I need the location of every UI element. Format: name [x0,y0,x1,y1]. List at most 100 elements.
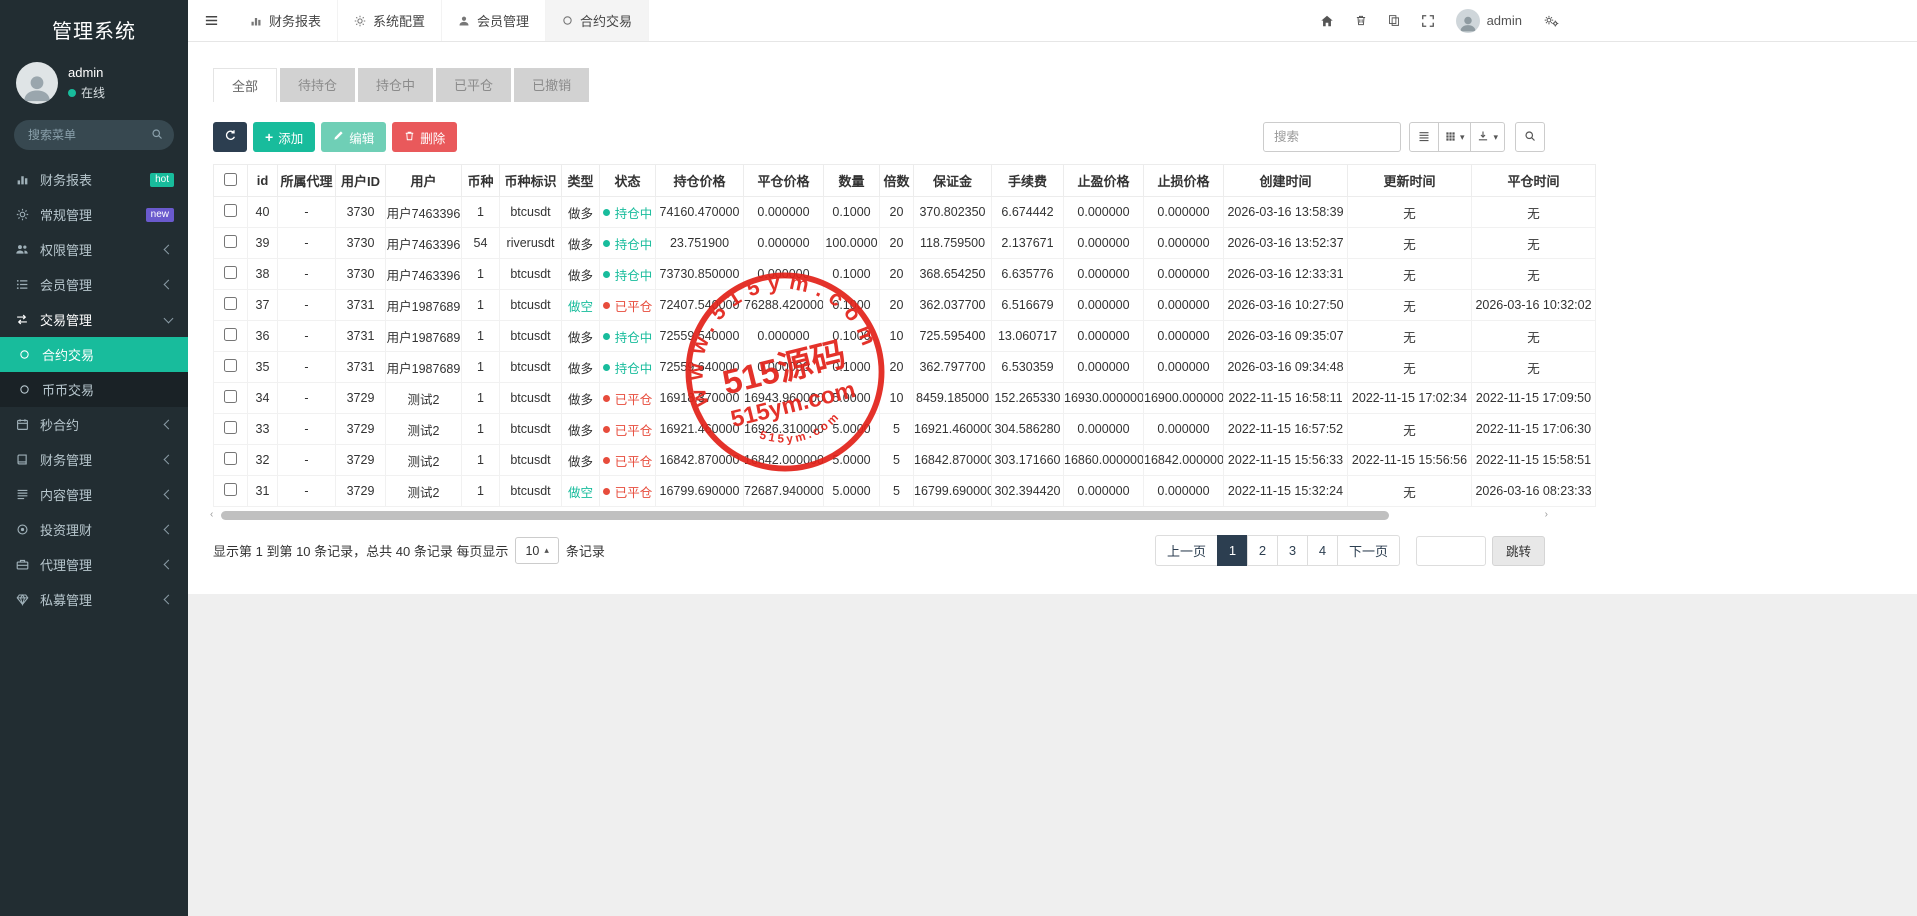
filter-tab-cancelled[interactable]: 已撤销 [514,68,589,102]
sidebar-item-general[interactable]: 常规管理 new [0,197,188,232]
row-checkbox[interactable] [224,328,237,341]
per-page-select[interactable]: 10 ▴ [515,537,558,564]
row-checkbox[interactable] [224,421,237,434]
column-header[interactable]: 币种 [462,165,500,197]
column-header[interactable]: 类型 [562,165,600,197]
user-menu[interactable]: admin [1456,9,1522,33]
table-row[interactable]: 38-3730用户74633961btcusdt做多持仓中73730.85000… [214,259,1596,290]
add-button[interactable]: + 添加 [253,122,315,152]
table-row[interactable]: 32-3729测试21btcusdt做多已平仓16842.87000016842… [214,445,1596,476]
sidebar-item-agent[interactable]: 代理管理 [0,547,188,582]
row-checkbox[interactable] [224,266,237,279]
table-row[interactable]: 33-3729测试21btcusdt做多已平仓16921.46000016926… [214,414,1596,445]
sidebar-item-coin-trade[interactable]: 币币交易 [0,372,188,407]
tab-member[interactable]: 会员管理 [442,0,546,41]
column-header[interactable]: 持仓价格 [656,165,744,197]
tab-finance-report[interactable]: 财务报表 [234,0,338,41]
search-icon[interactable] [151,128,163,143]
column-header[interactable]: 止损价格 [1144,165,1224,197]
toggle-view-button[interactable] [1409,122,1439,152]
table-row[interactable]: 37-3731用户19876891btcusdt做空已平仓72407.54000… [214,290,1596,321]
column-header[interactable]: 状态 [600,165,656,197]
column-header[interactable]: 手续费 [992,165,1064,197]
column-header[interactable]: 用户ID [336,165,386,197]
tab-system-config[interactable]: 系统配置 [338,0,442,41]
sidebar-item-trade[interactable]: 交易管理 [0,302,188,337]
sidebar-item-finance-report[interactable]: 财务报表 hot [0,162,188,197]
sidebar-item-content[interactable]: 内容管理 [0,477,188,512]
sidebar-item-finance[interactable]: 财务管理 [0,442,188,477]
select-all-checkbox[interactable] [224,173,237,186]
column-header[interactable]: 创建时间 [1224,165,1348,197]
row-checkbox[interactable] [224,204,237,217]
orders-table: id所属代理用户ID用户币种币种标识类型状态持仓价格平仓价格数量倍数保证金手续费… [213,164,1596,507]
gears-icon[interactable] [1543,14,1560,28]
table-row[interactable]: 40-3730用户74633961btcusdt做多持仓中74160.47000… [214,197,1596,228]
column-header[interactable]: 保证金 [914,165,992,197]
page-button-4[interactable]: 4 [1307,535,1338,566]
table-row[interactable]: 34-3729测试21btcusdt做多已平仓16918.37000016943… [214,383,1596,414]
table-row[interactable]: 39-3730用户746339654riverusdt做多持仓中23.75190… [214,228,1596,259]
tab-contract-trade[interactable]: 合约交易 [546,0,649,41]
jump-page-input[interactable] [1416,536,1486,566]
page-button-1[interactable]: 1 [1217,535,1248,566]
column-header[interactable]: 所属代理 [278,165,336,197]
sidebar-item-permission[interactable]: 权限管理 [0,232,188,267]
row-checkbox[interactable] [224,390,237,403]
menu-search-input[interactable] [14,120,174,150]
column-header[interactable]: 止盈价格 [1064,165,1144,197]
sidebar-item-private[interactable]: 私募管理 [0,582,188,617]
scrollbar-thumb[interactable] [221,511,1389,520]
copy-icon[interactable] [1388,14,1400,27]
hamburger-icon[interactable] [188,0,234,41]
columns-button[interactable]: ▾ [1438,122,1472,152]
sidebar-item-member[interactable]: 会员管理 [0,267,188,302]
table-cell: 16930.000000 [1064,383,1144,414]
filter-tab-closed[interactable]: 已平仓 [436,68,511,102]
column-header[interactable]: 平仓价格 [744,165,824,197]
status-dot-icon [603,209,610,216]
sidebar-item-contract-trade[interactable]: 合约交易 [0,337,188,372]
edit-button[interactable]: 编辑 [321,122,386,152]
prev-page-button[interactable]: 上一页 [1155,535,1218,566]
refresh-button[interactable] [213,122,247,152]
sidebar-item-invest[interactable]: 投资理财 [0,512,188,547]
filter-tab-all[interactable]: 全部 [213,68,277,102]
next-page-button[interactable]: 下一页 [1337,535,1400,566]
home-icon[interactable] [1320,14,1334,28]
filter-tab-pending[interactable]: 待持仓 [280,68,355,102]
column-header[interactable]: 用户 [386,165,462,197]
row-checkbox[interactable] [224,452,237,465]
column-header[interactable]: 倍数 [880,165,914,197]
column-header[interactable]: id [248,165,278,197]
column-header[interactable]: 平仓时间 [1472,165,1596,197]
row-checkbox[interactable] [224,297,237,310]
row-checkbox[interactable] [224,483,237,496]
search-button[interactable] [1515,122,1545,152]
delete-button[interactable]: 删除 [392,122,457,152]
sidebar-item-second-contract[interactable]: 秒合约 [0,407,188,442]
chevron-left-icon [164,280,174,290]
table-row[interactable]: 31-3729测试21btcusdt做空已平仓16799.69000072687… [214,476,1596,507]
page-button-2[interactable]: 2 [1247,535,1278,566]
row-checkbox[interactable] [224,235,237,248]
circle-icon [562,15,573,26]
page-button-3[interactable]: 3 [1277,535,1308,566]
export-button[interactable]: ▾ [1470,122,1505,152]
fullscreen-icon[interactable] [1421,14,1435,28]
tab-label: 合约交易 [580,11,632,30]
table-row[interactable]: 36-3731用户19876891btcusdt做多持仓中72559.54000… [214,321,1596,352]
jump-button[interactable]: 跳转 [1492,536,1545,566]
column-header[interactable]: 币种标识 [500,165,562,197]
column-header[interactable]: 更新时间 [1348,165,1472,197]
table-cell: 0.000000 [1144,352,1224,383]
table-search-input[interactable] [1263,122,1401,152]
sidebar-item-label: 私募管理 [40,590,155,609]
row-checkbox[interactable] [224,359,237,372]
column-header[interactable]: 数量 [824,165,880,197]
table-row[interactable]: 35-3731用户19876891btcusdt做多持仓中72559.64000… [214,352,1596,383]
scroll-right-icon[interactable]: › [1545,509,1548,520]
scroll-left-icon[interactable]: ‹ [210,509,213,520]
filter-tab-holding[interactable]: 持仓中 [358,68,433,102]
trash-icon[interactable] [1355,14,1367,27]
